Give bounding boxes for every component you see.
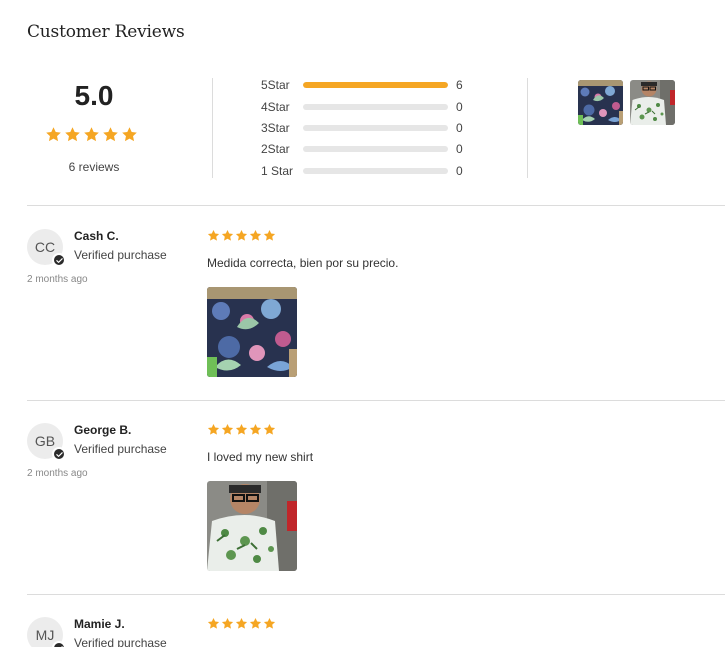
- rating-count: 0: [456, 164, 463, 178]
- average-rating-value: 5.0: [74, 80, 114, 111]
- star-icon: [249, 617, 262, 630]
- rating-count: 6: [456, 78, 463, 92]
- rating-filter-row[interactable]: 1 Star 0: [261, 164, 481, 178]
- divider: [212, 78, 213, 178]
- rating-bar: [303, 125, 448, 131]
- verified-check-icon: [52, 447, 66, 461]
- reviews-title: Customer Reviews: [27, 22, 185, 42]
- avatar-initials: CC: [34, 239, 56, 255]
- star-icon: [102, 126, 119, 143]
- star-icon: [263, 423, 276, 436]
- star-icon: [263, 229, 276, 242]
- rating-bar: [303, 168, 448, 174]
- reviewer-name: George B.: [74, 423, 132, 437]
- star-icon: [235, 229, 248, 242]
- review-photo[interactable]: [207, 287, 297, 377]
- rating-filter-row[interactable]: 4Star 0: [261, 100, 481, 114]
- verified-check-icon: [52, 641, 66, 647]
- divider: [27, 594, 725, 595]
- divider: [27, 205, 725, 206]
- star-icon: [249, 229, 262, 242]
- average-rating-block: 5.0 6 reviews: [27, 78, 213, 178]
- review-item: GB George B. Verified purchase 2 months …: [27, 423, 725, 603]
- rating-filter-row[interactable]: 5Star 6: [261, 78, 481, 92]
- rating-bar: [303, 146, 448, 152]
- review-photo[interactable]: [207, 481, 297, 571]
- rating-label: 5Star: [261, 78, 290, 92]
- reviewer-name: Cash C.: [74, 229, 119, 243]
- review-item: CC Cash C. Verified purchase 2 months ag…: [27, 229, 725, 409]
- review-text: I loved my new shirt: [207, 450, 314, 464]
- rating-count: 0: [456, 100, 463, 114]
- star-icon: [207, 423, 220, 436]
- star-icon: [249, 423, 262, 436]
- reviewer-name: Mamie J.: [74, 617, 125, 631]
- rating-count: 0: [456, 121, 463, 135]
- star-icon: [64, 126, 81, 143]
- avatar-initials: GB: [34, 433, 56, 449]
- review-rating-stars: [207, 617, 276, 630]
- rating-summary: 5.0 6 reviews 5Star 6 4Star 0 3Star 0 2S…: [27, 78, 725, 180]
- review-rating-stars: [207, 229, 276, 242]
- rating-bar: [303, 104, 448, 110]
- rating-filter-row[interactable]: 2Star 0: [261, 142, 481, 156]
- star-icon: [83, 126, 100, 143]
- divider: [27, 400, 725, 401]
- avatar-initials: MJ: [35, 627, 55, 643]
- verified-purchase-label: Verified purchase: [74, 442, 167, 456]
- rating-bar-fill: [303, 82, 448, 88]
- star-icon: [45, 126, 62, 143]
- divider: [527, 78, 528, 178]
- review-text: Medida correcta, bien por su precio.: [207, 256, 399, 270]
- star-icon: [221, 617, 234, 630]
- rating-filter-row[interactable]: 3Star 0: [261, 121, 481, 135]
- star-icon: [207, 229, 220, 242]
- star-icon: [221, 423, 234, 436]
- star-icon: [235, 423, 248, 436]
- review-date: 2 months ago: [27, 274, 88, 285]
- review-count: 6 reviews: [68, 160, 120, 174]
- rating-bar: [303, 82, 448, 88]
- rating-count: 0: [456, 142, 463, 156]
- review-date: 2 months ago: [27, 468, 88, 479]
- verified-purchase-label: Verified purchase: [74, 248, 167, 262]
- star-icon: [121, 126, 138, 143]
- verified-check-icon: [52, 253, 66, 267]
- star-icon: [235, 617, 248, 630]
- review-item: MJ Mamie J. Verified purchase: [27, 617, 725, 647]
- rating-label: 2Star: [261, 142, 290, 156]
- review-photo-gallery: [578, 80, 675, 125]
- star-icon: [263, 617, 276, 630]
- review-rating-stars: [207, 423, 276, 436]
- average-rating-stars: [45, 126, 138, 143]
- rating-label: 1 Star: [261, 164, 294, 178]
- verified-purchase-label: Verified purchase: [74, 636, 167, 647]
- rating-label: 3Star: [261, 121, 290, 135]
- review-photo-thumbnail[interactable]: [630, 80, 675, 125]
- star-icon: [207, 617, 220, 630]
- review-photo-thumbnail[interactable]: [578, 80, 623, 125]
- rating-label: 4Star: [261, 100, 290, 114]
- star-icon: [221, 229, 234, 242]
